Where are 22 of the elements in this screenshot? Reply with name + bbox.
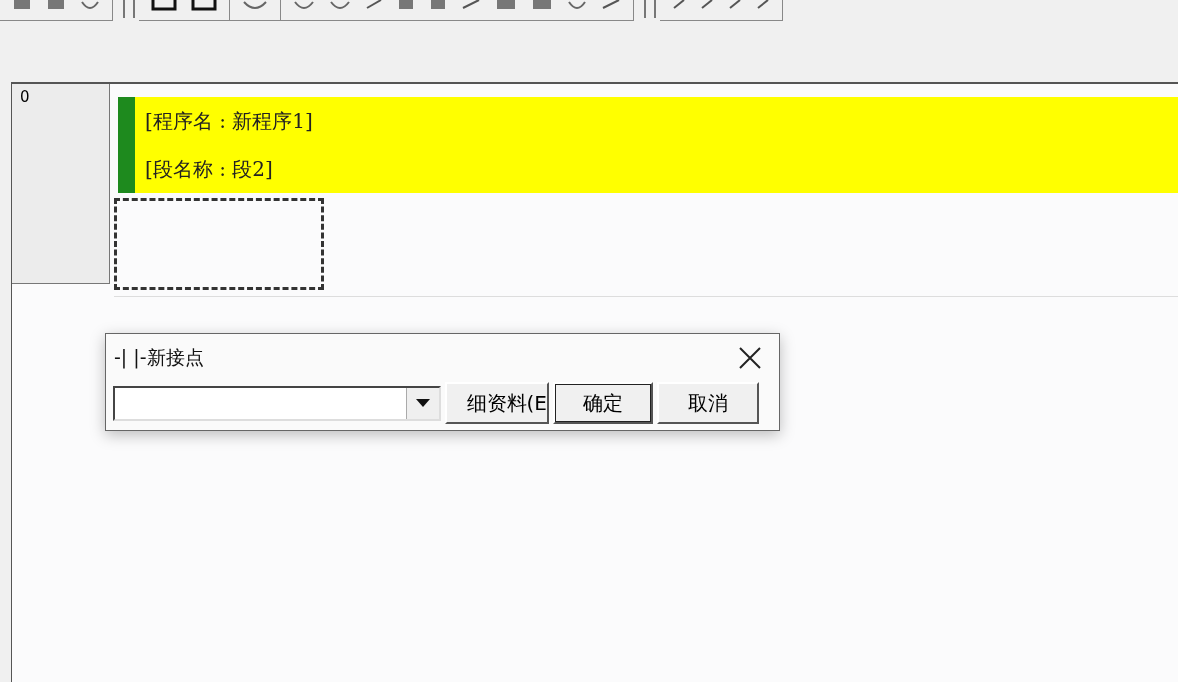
toolbar-icon[interactable] [151,0,177,12]
toolbar-grip[interactable] [644,0,656,18]
dialog-button[interactable]: 确定 [553,382,653,424]
toolbar-icon[interactable] [700,0,714,12]
close-icon[interactable] [739,347,761,369]
dialog-title: -| |-新接点 [114,345,204,371]
header-line: [程序名 : 新程序1] [145,107,314,135]
toolbar-icon[interactable] [672,0,686,12]
row-number: 0 [12,84,110,284]
toolbar-icon[interactable] [601,0,621,12]
header-line: [段名称 : 段2] [145,155,274,183]
toolbar-icon[interactable] [191,0,217,12]
cursor-cell[interactable] [114,198,324,290]
toolbar-grip[interactable] [123,0,135,18]
toolbar-icon[interactable] [756,0,770,12]
dropdown-arrow-icon[interactable] [416,399,430,407]
dialog-button[interactable]: 细资料(E [445,382,549,424]
contact-combo-field[interactable] [113,385,441,421]
dialog-button[interactable]: 取消 [657,382,759,424]
toolbar-icon[interactable] [365,0,383,12]
toolbar-icon[interactable] [461,0,481,12]
toolbar-icon[interactable] [728,0,742,12]
